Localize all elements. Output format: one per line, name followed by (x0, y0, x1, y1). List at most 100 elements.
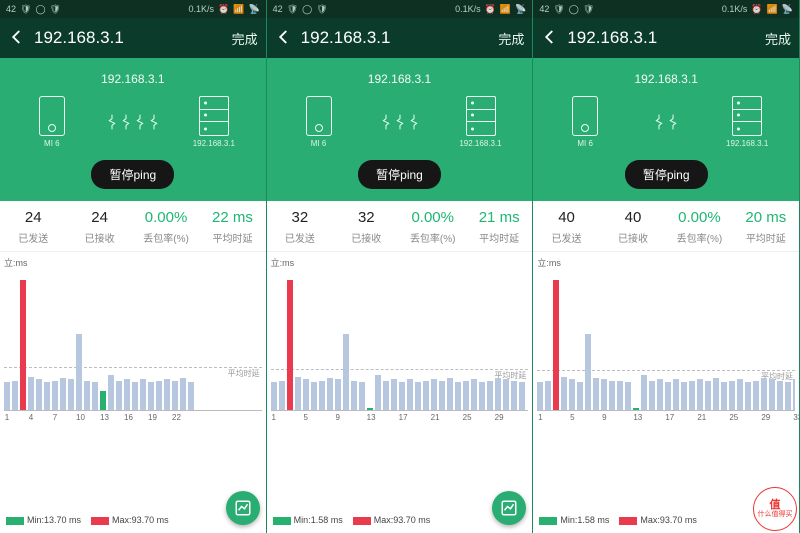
chart-bar (705, 381, 711, 410)
done-button[interactable]: 完成 (765, 29, 791, 48)
wifi-icon: 📡 (515, 4, 526, 15)
back-icon[interactable] (541, 28, 559, 49)
chart-bar (180, 378, 186, 410)
chart-bar (311, 382, 317, 410)
xaxis-tick (327, 413, 333, 422)
xaxis-tick: 17 (665, 413, 671, 422)
chart-bar (511, 381, 517, 410)
stat-loss-value: 0.00% (400, 209, 466, 226)
chart-bar (383, 381, 389, 410)
pulse-icon (655, 111, 663, 133)
pulse-icon (150, 111, 158, 133)
ping-visual-area: 192.168.3.1 MI 6 192.168.3.1 暂停ping (267, 58, 533, 201)
chart-area: 立:ms 平均时延 1591317212529 (267, 252, 533, 507)
legend-max-value: 93.70 ms (132, 515, 169, 525)
pause-ping-button[interactable]: 暂停ping (625, 160, 708, 189)
stat-recv-label: 已接收 (66, 230, 132, 245)
chart-bar (785, 382, 791, 410)
wifi-icon: 📡 (782, 4, 793, 15)
done-button[interactable]: 完成 (232, 29, 258, 48)
xaxis-tick: 4 (28, 413, 34, 422)
xaxis-tick (375, 413, 381, 422)
chart-bar (569, 379, 575, 410)
shield2-icon: 🛡 (583, 4, 594, 15)
chart-bar (335, 379, 341, 410)
legend-min-swatch (6, 517, 24, 525)
chart-bar (148, 382, 154, 410)
phone-icon (572, 96, 598, 136)
chart-unit-label: 立:ms (4, 256, 262, 269)
xaxis-tick (84, 413, 90, 422)
xaxis-tick (108, 413, 114, 422)
xaxis-tick (156, 413, 162, 422)
chart-area: 立:ms 平均时延 1471013161922 (0, 252, 266, 507)
status-time: 42 (6, 4, 16, 14)
stat-loss-label: 丢包率(%) (133, 230, 199, 245)
chart-bar (140, 379, 146, 410)
xaxis-tick (519, 413, 525, 422)
chart-bar (665, 382, 671, 410)
phone-icon (306, 96, 332, 136)
pulse-icon (396, 111, 404, 133)
xaxis-tick (503, 413, 509, 422)
page-title: 192.168.3.1 (301, 28, 491, 48)
xaxis-tick (649, 413, 655, 422)
chart-xaxis: 1471013161922 (4, 411, 262, 422)
xaxis-tick (681, 413, 687, 422)
net-speed: 0.1K/s (189, 4, 215, 14)
back-icon[interactable] (8, 28, 26, 49)
ping-panel-2: 42🛡◯🛡 0.1K/s⏰📶📡 192.168.3.1 完成 192.168.3… (533, 0, 800, 533)
xaxis-tick (12, 413, 18, 422)
ping-visual-area: 192.168.3.1 MI 6 192.168.3.1 暂停ping (533, 58, 799, 201)
server-icon (732, 96, 762, 136)
xaxis-tick: 13 (367, 413, 373, 422)
xaxis-tick: 25 (729, 413, 735, 422)
chart-bar (495, 378, 501, 410)
xaxis-tick (383, 413, 389, 422)
signal-icon: 📶 (233, 4, 244, 15)
stat-sent-label: 已发送 (0, 230, 66, 245)
chart-bar (108, 375, 114, 410)
xaxis-tick (737, 413, 743, 422)
stat-sent-value: 24 (0, 209, 66, 226)
chart-bar (753, 381, 759, 410)
chart-bar (777, 381, 783, 410)
xaxis-tick: 29 (761, 413, 767, 422)
chart-bar (52, 381, 58, 410)
title-bar: 192.168.3.1 完成 (533, 18, 799, 58)
title-bar: 192.168.3.1 完成 (267, 18, 533, 58)
chart-fab-button[interactable] (226, 491, 260, 525)
target-ip: 192.168.3.1 (101, 72, 164, 86)
target-ip: 192.168.3.1 (634, 72, 697, 86)
chart-bar (68, 379, 74, 410)
shield-icon: 🛡 (287, 4, 298, 15)
xaxis-tick: 1 (537, 413, 543, 422)
xaxis-tick (439, 413, 445, 422)
pulse-icon (122, 111, 130, 133)
phone-icon (39, 96, 65, 136)
net-speed: 0.1K/s (455, 4, 481, 14)
legend-max-swatch (353, 517, 371, 525)
xaxis-tick: 21 (431, 413, 437, 422)
xaxis-tick (343, 413, 349, 422)
chart-bar (359, 382, 365, 410)
done-button[interactable]: 完成 (498, 29, 524, 48)
xaxis-tick: 1 (271, 413, 277, 422)
latency-chart: 平均时延 (537, 271, 795, 411)
chart-bar (439, 381, 445, 410)
pause-ping-button[interactable]: 暂停ping (91, 160, 174, 189)
chart-bar (188, 382, 194, 410)
xaxis-tick (164, 413, 170, 422)
server-label: 192.168.3.1 (459, 139, 501, 148)
circle-icon: ◯ (569, 4, 579, 15)
back-icon[interactable] (275, 28, 293, 49)
chart-bar (593, 378, 599, 410)
chart-bar (681, 382, 687, 410)
pause-ping-button[interactable]: 暂停ping (358, 160, 441, 189)
stat-avg-value: 22 ms (199, 209, 265, 226)
stat-loss-value: 0.00% (133, 209, 199, 226)
stats-row: 24已发送 24已接收 0.00%丢包率(%) 22 ms平均时延 (0, 201, 266, 252)
chart-bar (303, 379, 309, 410)
phone-label: MI 6 (44, 139, 60, 148)
xaxis-tick (479, 413, 485, 422)
